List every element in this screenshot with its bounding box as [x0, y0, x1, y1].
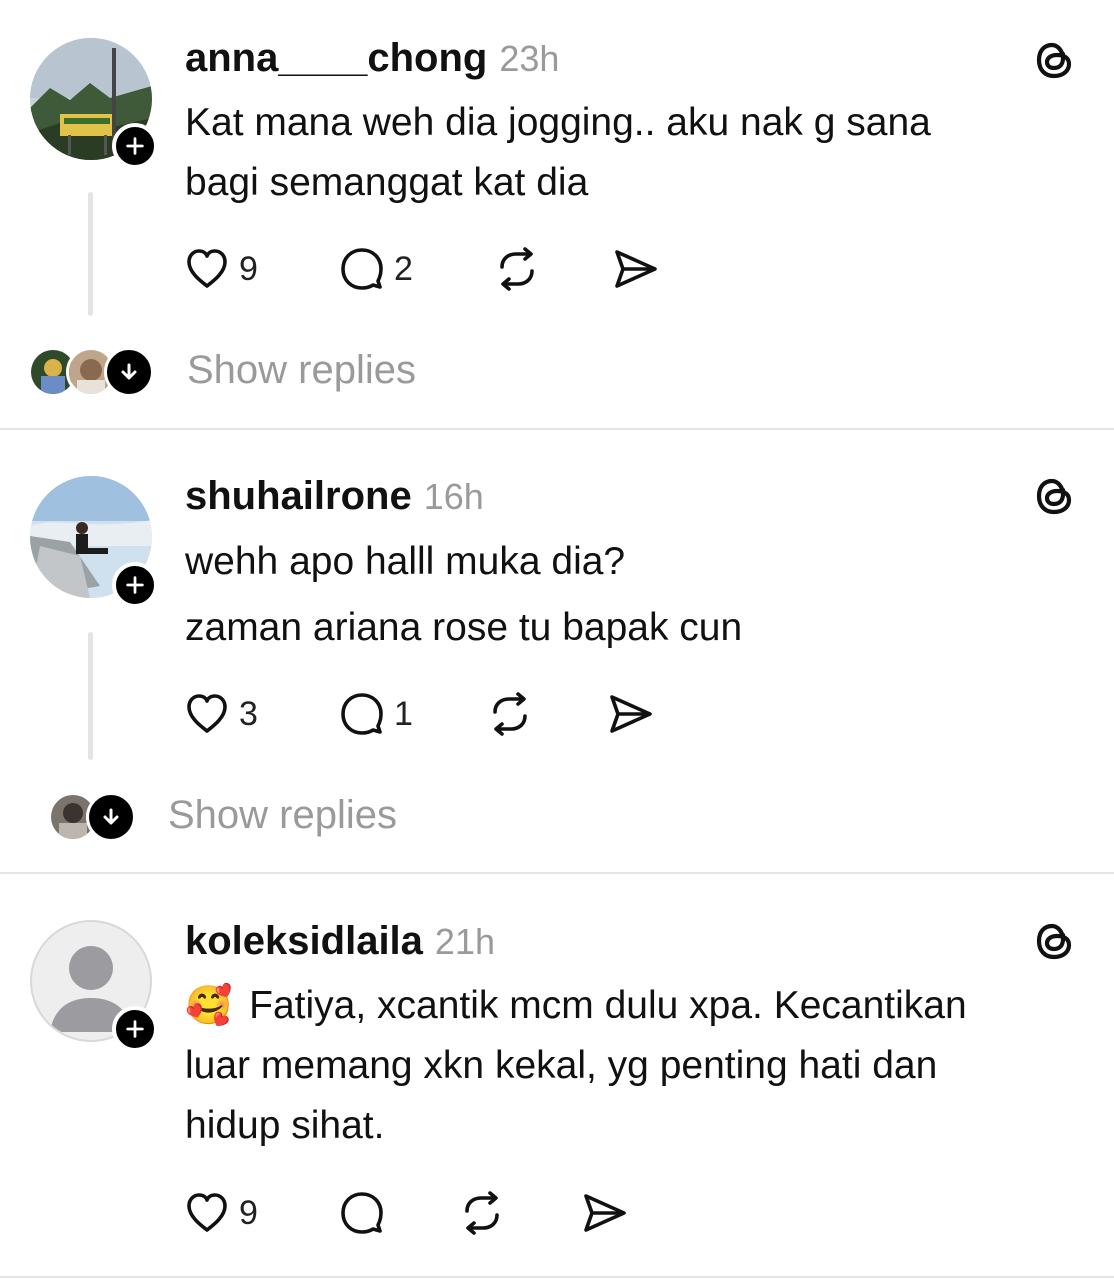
- username[interactable]: shuhailrone: [185, 474, 412, 519]
- action-bar: 9 2: [183, 244, 683, 294]
- share-icon: [580, 1189, 628, 1237]
- follow-button[interactable]: [112, 123, 158, 169]
- follow-button[interactable]: [112, 562, 158, 608]
- comment-text-line-first: 🥰 Fatiya, xcantik mcm dulu xpa. Kecantik…: [185, 976, 967, 1036]
- reply-button[interactable]: 2: [338, 244, 413, 294]
- share-button[interactable]: [606, 689, 654, 739]
- timestamp: 23h: [499, 38, 560, 79]
- comment-icon: [338, 1189, 386, 1237]
- divider: [0, 872, 1114, 874]
- threads-icon[interactable]: [1030, 36, 1078, 84]
- timestamp: 16h: [423, 476, 484, 517]
- divider: [0, 428, 1114, 430]
- share-button[interactable]: [611, 244, 659, 294]
- expand-replies-button[interactable]: [86, 792, 136, 842]
- comment-text-line: wehh apo halll muka dia?: [185, 540, 626, 583]
- comment-icon: [338, 245, 386, 293]
- emoji: 🥰: [185, 985, 233, 1027]
- repost-button[interactable]: [493, 244, 541, 294]
- reply-button[interactable]: [338, 1188, 386, 1238]
- comment-text-line: luar memang xkn kekal, yg penting hati d…: [185, 1044, 938, 1087]
- like-count: 9: [239, 1193, 258, 1232]
- comment-text-line: Kat mana weh dia jogging.. aku nak g san…: [185, 101, 931, 144]
- show-replies-link[interactable]: Show replies: [187, 348, 416, 393]
- follow-button[interactable]: [112, 1006, 158, 1052]
- comment-text: Fatiya, xcantik mcm dulu xpa. Kecantikan: [249, 984, 967, 1027]
- repost-button[interactable]: [458, 1188, 506, 1238]
- like-button[interactable]: 9: [183, 244, 258, 294]
- like-button[interactable]: 9: [183, 1188, 258, 1238]
- repost-icon: [486, 690, 534, 738]
- show-replies-link[interactable]: Show replies: [168, 793, 397, 838]
- username[interactable]: anna____chong: [185, 36, 487, 81]
- threads-icon[interactable]: [1030, 917, 1078, 965]
- reply-count: 1: [394, 694, 413, 733]
- repost-icon: [493, 245, 541, 293]
- show-replies-row[interactable]: Show replies: [48, 792, 448, 842]
- plus-icon: [124, 574, 146, 596]
- repost-icon: [458, 1189, 506, 1237]
- share-button[interactable]: [580, 1188, 628, 1238]
- like-count: 3: [239, 694, 258, 733]
- like-button[interactable]: 3: [183, 689, 258, 739]
- show-replies-row[interactable]: Show replies: [28, 347, 448, 397]
- share-icon: [611, 245, 659, 293]
- arrow-down-icon: [99, 805, 123, 829]
- username[interactable]: koleksidlaila: [185, 919, 423, 964]
- thread-line: [88, 192, 93, 316]
- reply-button[interactable]: 1: [338, 689, 413, 739]
- thread-line: [88, 632, 93, 760]
- timestamp: 21h: [434, 921, 495, 962]
- expand-replies-button[interactable]: [104, 347, 154, 397]
- comment-text-line: zaman ariana rose tu bapak cun: [185, 606, 743, 649]
- comment-text-line: hidup sihat.: [185, 1104, 385, 1147]
- plus-icon: [124, 135, 146, 157]
- heart-icon: [183, 690, 231, 738]
- reply-count: 2: [394, 249, 413, 288]
- divider: [0, 1276, 1114, 1278]
- comment-text-line: bagi semanggat kat dia: [185, 161, 589, 204]
- heart-icon: [183, 245, 231, 293]
- action-bar: 3 1: [183, 689, 683, 739]
- repost-button[interactable]: [486, 689, 534, 739]
- like-count: 9: [239, 249, 258, 288]
- threads-icon[interactable]: [1030, 472, 1078, 520]
- share-icon: [606, 690, 654, 738]
- action-bar: 9: [183, 1188, 643, 1238]
- arrow-down-icon: [117, 360, 141, 384]
- plus-icon: [124, 1018, 146, 1040]
- heart-icon: [183, 1189, 231, 1237]
- comment-icon: [338, 690, 386, 738]
- comment-1: anna____chong 23h Kat mana weh dia joggi…: [0, 0, 1114, 430]
